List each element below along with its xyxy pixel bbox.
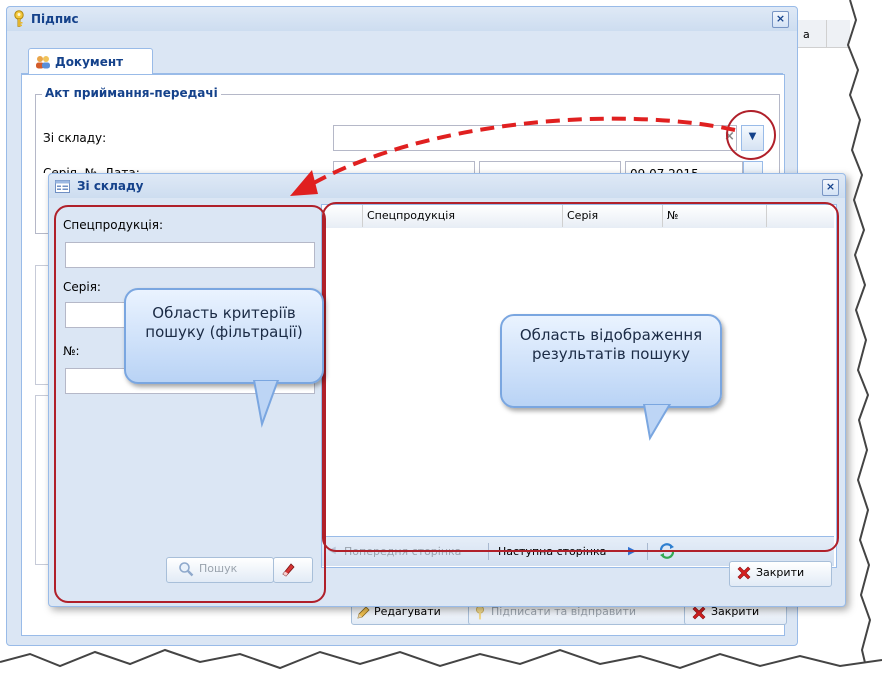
filter-area-callout: Область критеріїв пошуку (фільтрації) — [124, 288, 324, 384]
results-area-callout: Область відображення результатів пошуку — [500, 314, 722, 408]
filter-area-callout-text: Область критеріїв пошуку (фільтрації) — [145, 304, 303, 341]
torn-edge-bottom — [0, 648, 882, 684]
results-callout-tail — [642, 404, 672, 441]
filter-callout-tail — [252, 380, 280, 428]
results-area-callout-text: Область відображення результатів пошуку — [519, 326, 703, 363]
torn-edge-right — [846, 0, 882, 684]
